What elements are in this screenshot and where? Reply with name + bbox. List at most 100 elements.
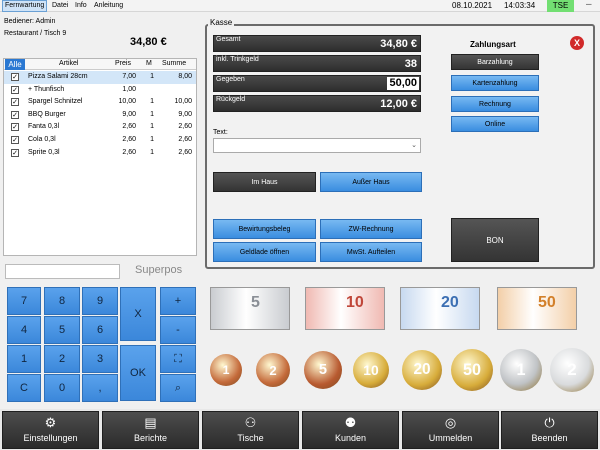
check-icon[interactable]: ✓ <box>11 85 19 94</box>
key-0[interactable]: 0 <box>44 374 80 402</box>
tische-label: Tische <box>237 433 264 443</box>
key-ok[interactable]: OK <box>120 345 156 401</box>
beenden-label: Beenden <box>531 433 568 443</box>
header-artikel: Artikel <box>59 60 79 67</box>
select-all-tab[interactable]: Alle <box>5 59 25 70</box>
berichte-label: Berichte <box>133 433 168 443</box>
gesamt-field: Gesamt 34,80 € <box>213 35 421 52</box>
online-button[interactable]: Online <box>451 116 539 132</box>
gegeben-field[interactable]: Gegeben 50,00 <box>213 75 421 92</box>
minimize-button[interactable]: – <box>586 0 592 10</box>
summe-cell: 9,00 <box>178 110 192 118</box>
key-9[interactable]: 9 <box>82 287 118 315</box>
mwst-aufteilen-button[interactable]: MwSt. Aufteilen <box>320 242 422 262</box>
expand-icon[interactable]: ⛶ <box>160 345 196 373</box>
coin-2-cent[interactable]: 2 <box>256 353 290 387</box>
gegeben-label: Gegeben <box>216 76 245 83</box>
coin-20-cent[interactable]: 20 <box>402 350 442 390</box>
users-icon: ⚉ <box>344 415 357 430</box>
kunden-button[interactable]: ⚉ Kunden <box>302 411 399 449</box>
berichte-button[interactable]: ▤ Berichte <box>102 411 199 449</box>
artikel-cell: Fanta 0,3l <box>28 123 60 131</box>
table-row[interactable]: ✓ Sprite 0,3l 2,60 1 2,60 <box>4 147 196 160</box>
key-6[interactable]: 6 <box>82 316 118 344</box>
coin-5-cent[interactable]: 5 <box>304 351 342 389</box>
note-value: 10 <box>346 294 364 311</box>
menu-anleitung[interactable]: Anleitung <box>92 0 125 12</box>
rechnung-button[interactable]: Rechnung <box>451 96 539 112</box>
summe-cell: 2,60 <box>178 136 192 143</box>
table-icon: ⚇ <box>244 415 257 430</box>
ummelden-label: Ummelden <box>428 433 473 443</box>
check-icon[interactable]: ✓ <box>11 98 19 107</box>
menu-info[interactable]: Info <box>73 0 89 12</box>
coin-50-cent[interactable]: 50 <box>451 349 493 391</box>
order-table: Alle Artikel Preis M Summe ✓ Pizza Salami… <box>3 58 197 256</box>
check-icon[interactable]: ✓ <box>11 148 19 157</box>
table-row[interactable]: ✓ Spargel Schnitzel 10,00 1 10,00 <box>4 96 196 109</box>
close-icon[interactable]: X <box>570 36 584 50</box>
beenden-button[interactable]: ⏻ Beenden <box>501 411 598 449</box>
bon-button[interactable]: BON <box>451 218 539 262</box>
check-icon[interactable]: ✓ <box>11 73 19 81</box>
key-x[interactable]: X <box>120 287 156 341</box>
table-row[interactable]: ✓ Pizza Salami 28cm 7,00 1 8,00 <box>4 71 196 84</box>
geldlade-oeffnen-button[interactable]: Geldlade öffnen <box>213 242 316 262</box>
note-20-euro-banknote[interactable]: 20 <box>400 287 480 330</box>
key-8[interactable]: 8 <box>44 287 80 315</box>
text-select[interactable]: ⌄ <box>213 138 421 153</box>
note-10-euro-banknote[interactable]: 10 <box>305 287 385 330</box>
einstellungen-label: Einstellungen <box>23 433 78 443</box>
key-5[interactable]: 5 <box>44 316 80 344</box>
table-row[interactable]: ✓ + Thunfisch 1,00 <box>4 84 196 97</box>
table-header: Alle Artikel Preis M Summe <box>4 59 196 70</box>
key-minus[interactable]: - <box>160 316 196 344</box>
key-plus[interactable]: + <box>160 287 196 315</box>
check-icon[interactable]: ✓ <box>11 136 19 144</box>
table-row[interactable]: ✓ BBQ Burger 9,00 1 9,00 <box>4 109 196 122</box>
key-comma[interactable]: , <box>82 374 118 402</box>
key-1[interactable]: 1 <box>7 345 41 373</box>
search-icon[interactable]: ⌕ <box>160 374 196 402</box>
kartenzahlung-button[interactable]: Kartenzahlung <box>451 75 539 91</box>
trinkgeld-value: 38 <box>404 58 417 70</box>
key-7[interactable]: 7 <box>7 287 41 315</box>
note-50-euro-banknote[interactable]: 50 <box>497 287 577 330</box>
key-2[interactable]: 2 <box>44 345 80 373</box>
coin-10-cent[interactable]: 10 <box>353 352 389 388</box>
note-value: 50 <box>538 294 556 311</box>
summe-cell: 8,00 <box>178 73 192 80</box>
rueckgeld-field: Rückgeld 12,00 € <box>213 95 421 112</box>
note-5-euro-banknote[interactable]: 5 <box>210 287 290 330</box>
coin-2-euro[interactable]: 2 <box>550 348 594 392</box>
menu-fernwartung[interactable]: Fernwartung <box>2 0 48 12</box>
power-icon: ⏻ <box>544 415 555 430</box>
trinkgeld-field[interactable]: inkl. Trinkgeld 38 <box>213 55 421 72</box>
kasse-title: Kasse <box>208 18 235 27</box>
key-c[interactable]: C <box>7 374 41 402</box>
table-row[interactable]: ✓ Cola 0,3l 2,60 1 2,60 <box>4 134 196 147</box>
check-icon[interactable]: ✓ <box>11 123 19 132</box>
note-value: 5 <box>251 294 260 311</box>
superpos-input[interactable] <box>5 264 120 279</box>
barzahlung-button[interactable]: Barzahlung <box>451 54 539 70</box>
ausser-haus-button[interactable]: Außer Haus <box>320 172 422 192</box>
im-haus-button[interactable]: Im Haus <box>213 172 316 192</box>
ummelden-button[interactable]: ◎ Ummelden <box>402 411 499 449</box>
bewirtungsbeleg-button[interactable]: Bewirtungsbeleg <box>213 219 316 239</box>
coin-1-cent[interactable]: 1 <box>210 354 242 386</box>
zw-rechnung-button[interactable]: ZW-Rechnung <box>320 219 422 239</box>
menu-datei[interactable]: Datei <box>50 0 70 12</box>
gear-icon: ⚙ <box>44 415 57 430</box>
key-3[interactable]: 3 <box>82 345 118 373</box>
superpos-label: Superpos <box>135 264 183 276</box>
preis-cell: 9,00 <box>122 110 136 118</box>
coin-1-euro[interactable]: 1 <box>500 349 542 391</box>
tische-button[interactable]: ⚇ Tische <box>202 411 299 449</box>
key-4[interactable]: 4 <box>7 316 41 344</box>
table-row[interactable]: ✓ Fanta 0,3l 2,60 1 2,60 <box>4 121 196 134</box>
check-icon[interactable]: ✓ <box>11 110 19 119</box>
einstellungen-button[interactable]: ⚙ Einstellungen <box>2 411 99 449</box>
artikel-cell: + Thunfisch <box>28 85 65 93</box>
preis-cell: 7,00 <box>122 73 136 80</box>
